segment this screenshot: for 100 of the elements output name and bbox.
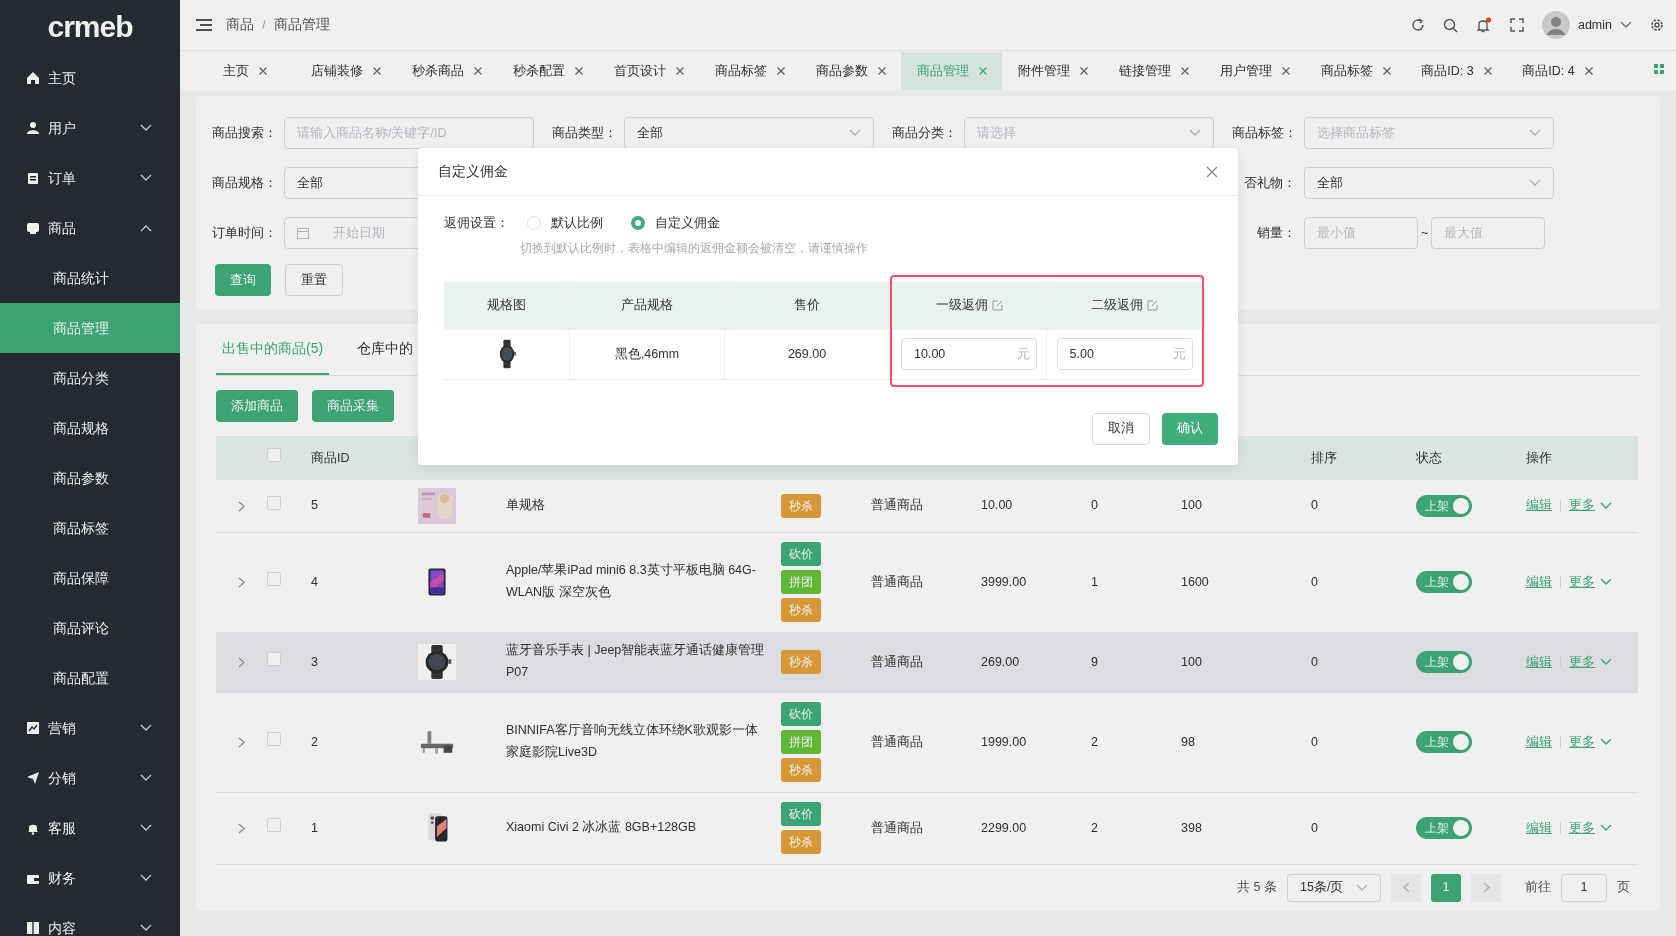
table-cell: 0	[1311, 498, 1318, 513]
edit-icon	[991, 300, 1003, 312]
cancel-button[interactable]: 取消	[1092, 412, 1150, 445]
radio-option[interactable]: 自定义佣金	[631, 214, 720, 233]
close-icon	[1382, 67, 1391, 75]
sidebar-item[interactable]: 内容	[0, 903, 180, 936]
caret-icon	[1600, 658, 1612, 666]
table-cell: 3999.00	[981, 574, 1027, 589]
expand-icon	[237, 736, 245, 748]
range-separator: ~	[1421, 224, 1429, 242]
table-cell: 普通商品	[871, 498, 923, 513]
close-icon	[877, 67, 886, 75]
close-icon	[1206, 165, 1218, 178]
paper-plane-icon	[26, 771, 40, 785]
page-input[interactable]: 1	[1561, 873, 1607, 902]
product-name: 蓝牙音乐手表 | Jeep智能表蓝牙通话健康管理 P07	[506, 642, 766, 681]
prev-page-button[interactable]	[1391, 873, 1421, 902]
column-header: 商品ID	[311, 450, 350, 465]
sidebar-subitem[interactable]: 商品保障	[0, 553, 180, 603]
box-icon	[26, 221, 40, 235]
page-size-select[interactable]: 15条/页	[1287, 873, 1381, 902]
menu-icon	[196, 18, 212, 32]
checkbox[interactable]	[267, 652, 281, 667]
settings-icon	[1650, 18, 1664, 32]
close-icon	[1079, 67, 1088, 75]
select-field[interactable]: 全部	[624, 117, 874, 149]
caret-icon	[1620, 21, 1632, 29]
table-cell: 9	[1091, 654, 1098, 669]
sidebar-item[interactable]: 商品	[0, 203, 180, 253]
commission-input[interactable]: 10.00 元	[901, 338, 1037, 371]
sidebar-item[interactable]: 营销	[0, 703, 180, 753]
sidebar-subitem[interactable]: 商品参数	[0, 453, 180, 503]
checkbox[interactable]	[267, 572, 281, 587]
close-button[interactable]	[1206, 165, 1218, 178]
table-cell: 100	[1181, 498, 1202, 513]
sidebar-subitem[interactable]: 商品配置	[0, 653, 180, 703]
close-icon	[978, 67, 987, 75]
table-cell: 0	[1311, 734, 1318, 749]
sidebar-item[interactable]: 分销	[0, 753, 180, 803]
commission-input[interactable]: 5.00 元	[1056, 338, 1193, 371]
field-label: 否礼物：	[1243, 174, 1297, 192]
list-tab[interactable]: 仓库中的	[351, 337, 420, 375]
table-cell: 3	[311, 654, 318, 669]
close-icon	[372, 67, 381, 75]
clipboard-icon	[26, 171, 40, 185]
close-icon	[1584, 67, 1593, 75]
table-cell: 0	[1311, 654, 1318, 669]
search-icon	[1442, 17, 1458, 33]
close-icon	[675, 67, 684, 75]
caret-icon	[1600, 578, 1612, 586]
user-name[interactable]: admin	[1577, 15, 1612, 35]
table-cell-text: 黑色,46mm	[614, 345, 680, 363]
checkbox[interactable]	[267, 448, 281, 463]
caret-icon	[1600, 824, 1612, 832]
next-page-button[interactable]	[1471, 873, 1501, 902]
activity-tag: 拼团	[781, 730, 821, 754]
column-header: 二级返佣	[1091, 297, 1143, 315]
reset-button[interactable]: 重置	[285, 264, 343, 296]
select-field[interactable]: 全部	[1304, 167, 1554, 199]
product-name: BINNIFA客厅音响无线立体环绕K歌观影一体家庭影院Live3D	[506, 722, 759, 761]
table-cell: 0	[1311, 820, 1318, 835]
activity-tag: 秒杀	[781, 650, 821, 674]
sidebar-subitem[interactable]: 商品统计	[0, 253, 180, 303]
caret-icon	[1189, 129, 1201, 137]
sidebar-subitem[interactable]: 商品标签	[0, 503, 180, 553]
table-cell: 2299.00	[981, 820, 1027, 835]
expand-icon	[237, 500, 245, 512]
product-name: Xiaomi Civi 2 冰冰蓝 8GB+128GB	[506, 819, 698, 837]
breadcrumb-separator: /	[262, 15, 266, 34]
sidebar-subitem[interactable]: 商品分类	[0, 353, 180, 403]
logo[interactable]: crmeb	[47, 11, 133, 42]
sidebar-subitem[interactable]: 商品规格	[0, 403, 180, 453]
sidebar-subitem[interactable]: 商品评论	[0, 603, 180, 653]
product-name: Apple/苹果iPad mini6 8.3英寸平板电脑 64G-WLAN版 深空灰色	[506, 562, 757, 601]
close-icon	[776, 67, 785, 75]
page-suffix: 页	[1617, 879, 1630, 897]
caret-icon	[849, 129, 861, 137]
sidebar-item[interactable]: 订单	[0, 153, 180, 203]
field-label: 商品搜索：	[212, 124, 278, 142]
sidebar-item[interactable]: 客服	[0, 803, 180, 853]
caret-icon	[1529, 179, 1541, 187]
sidebar-item[interactable]: 用户	[0, 103, 180, 153]
caret-icon	[1529, 129, 1541, 137]
activity-tag: 拼团	[781, 570, 821, 594]
column-header: 规格图	[487, 297, 526, 315]
table-cell: 398	[1181, 820, 1202, 835]
activity-tag: 砍价	[781, 802, 821, 826]
checkbox[interactable]	[267, 495, 281, 510]
activity-tag: 砍价	[781, 702, 821, 726]
checkbox[interactable]	[267, 732, 281, 747]
sidebar-item[interactable]: 财务	[0, 853, 180, 903]
activity-tag: 秒杀	[781, 493, 821, 518]
checkbox[interactable]	[267, 818, 281, 833]
activity-tag: 秒杀	[781, 830, 821, 854]
refresh-icon	[1410, 18, 1425, 32]
field-label: 商品类型：	[552, 124, 618, 142]
calendar-icon	[297, 227, 309, 239]
breadcrumb-item[interactable]: 商品	[226, 14, 254, 36]
field-label: 返佣设置：	[444, 215, 509, 232]
sidebar-item[interactable]: 主页	[0, 53, 180, 103]
